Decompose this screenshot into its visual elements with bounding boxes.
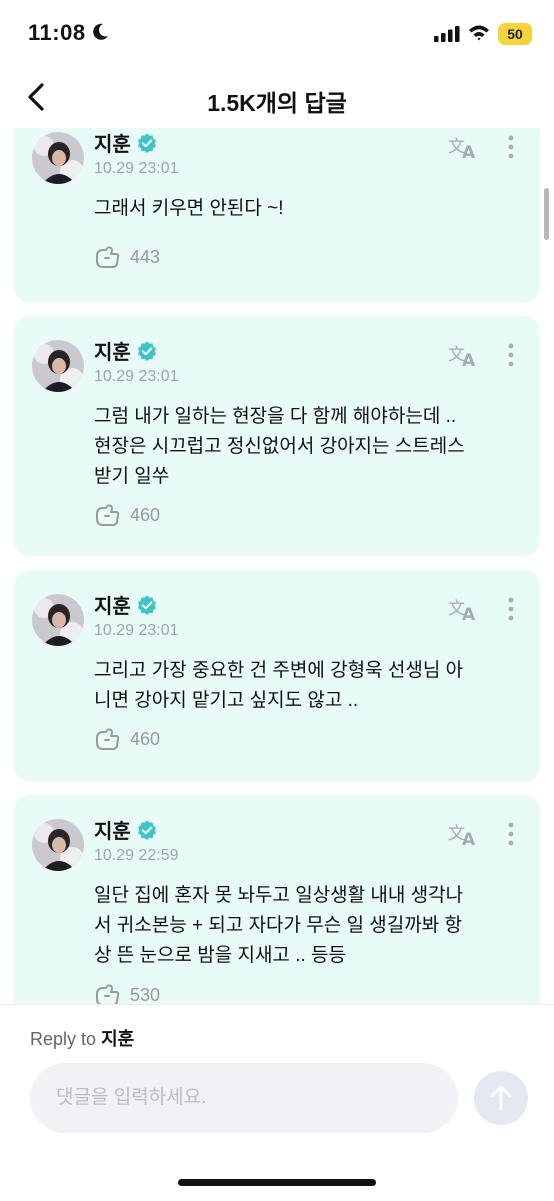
page-title: 1.5K개의 답글	[207, 90, 347, 116]
reply-date: 10.29 23:01	[94, 160, 179, 177]
more-options-icon[interactable]	[504, 342, 518, 368]
send-button[interactable]	[474, 1071, 528, 1125]
like-count: 460	[130, 504, 161, 525]
like-count: 460	[130, 728, 161, 749]
reply-text: 그래서 키우면 안된다 ~!	[94, 198, 284, 219]
more-options-icon[interactable]	[504, 596, 518, 622]
verified-badge-icon	[137, 341, 156, 361]
wifi-icon	[468, 24, 490, 47]
like-count: 530	[130, 984, 161, 1005]
reply-date: 10.29 23:01	[94, 622, 179, 639]
reply-date: 10.29 23:01	[94, 368, 179, 385]
like-icon	[96, 728, 120, 750]
avatar[interactable]	[32, 819, 84, 871]
svg-text:A: A	[462, 351, 476, 368]
avatar[interactable]	[32, 340, 84, 392]
battery-indicator: 50	[498, 23, 532, 45]
moon-icon	[90, 22, 110, 47]
status-bar: 11:08 50	[0, 0, 554, 70]
translate-icon[interactable]: 文 A	[448, 134, 480, 160]
like-button[interactable]: 460	[94, 503, 160, 527]
more-options-icon[interactable]	[504, 134, 518, 160]
nav-bar: 1.5K개의 답글	[0, 70, 554, 126]
reply-to-name: 지훈	[101, 1029, 135, 1049]
reply-date: 10.29 22:59	[94, 847, 179, 864]
translate-icon[interactable]: 文 A	[448, 342, 480, 368]
like-icon	[96, 504, 120, 526]
like-button[interactable]: 460	[94, 727, 160, 751]
reply-card: 지훈 10.29 23:01 文 A 그래서 키우면 안된다 ~! 443	[14, 128, 540, 303]
reply-text: 그럼 내가 일하는 현장을 다 함께 해야하는데 .. 현장은 시끄럽고 정신없…	[94, 406, 465, 487]
reply-text: 그리고 가장 중요한 건 주변에 강형욱 선생님 아 니면 강아지 맡기고 싶지…	[94, 660, 464, 711]
reply-list[interactable]: 지훈 10.29 23:01 文 A 그래서 키우면 안된다 ~! 443 지훈…	[0, 128, 554, 1004]
comment-input[interactable]	[30, 1063, 458, 1133]
verified-badge-icon	[137, 820, 156, 840]
more-options-icon[interactable]	[504, 821, 518, 847]
svg-text:A: A	[462, 830, 476, 847]
home-indicator	[178, 1179, 376, 1186]
reply-card: 지훈 10.29 22:59 文 A 일단 집에 혼자 못 놔두고 일상생활 내…	[14, 795, 540, 1004]
translate-icon[interactable]: 文 A	[448, 821, 480, 847]
like-count: 443	[130, 246, 161, 267]
like-icon	[96, 246, 120, 268]
arrow-up-icon	[490, 1085, 512, 1111]
author-name[interactable]: 지훈	[94, 336, 131, 365]
translate-icon[interactable]: 文 A	[448, 596, 480, 622]
cellular-signal-icon	[434, 26, 460, 47]
like-icon	[96, 984, 120, 1004]
like-button[interactable]: 530	[94, 983, 160, 1004]
status-time: 11:08	[28, 20, 86, 45]
reply-text: 일단 집에 혼자 못 놔두고 일상생활 내내 생각나 서 귀소본능 + 되고 자…	[94, 885, 464, 966]
reply-card: 지훈 10.29 23:01 文 A 그럼 내가 일하는 현장을 다 함께 해야…	[14, 316, 540, 556]
author-name[interactable]: 지훈	[94, 128, 131, 157]
reply-composer: Reply to 지훈	[0, 1004, 554, 1201]
avatar[interactable]	[32, 594, 84, 646]
verified-badge-icon	[137, 133, 156, 153]
reply-card: 지훈 10.29 23:01 文 A 그리고 가장 중요한 건 주변에 강형욱 …	[14, 570, 540, 782]
reply-to-label: Reply to 지훈	[30, 1029, 135, 1049]
verified-badge-icon	[137, 595, 156, 615]
author-name[interactable]: 지훈	[94, 815, 131, 844]
author-name[interactable]: 지훈	[94, 590, 131, 619]
avatar[interactable]	[32, 132, 84, 184]
scrollbar[interactable]	[544, 188, 549, 240]
svg-text:A: A	[462, 143, 476, 160]
svg-text:A: A	[462, 605, 476, 622]
like-button[interactable]: 443	[94, 245, 160, 269]
